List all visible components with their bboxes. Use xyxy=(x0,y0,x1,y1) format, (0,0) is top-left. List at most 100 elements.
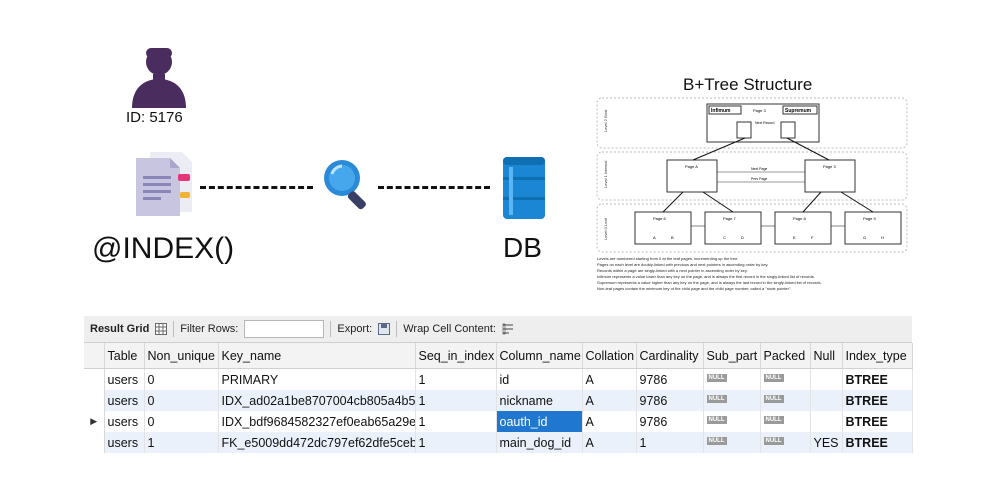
cell-seq-in-index[interactable]: 1 xyxy=(415,432,497,453)
cell-cardinality[interactable]: 9786 xyxy=(636,368,704,390)
toolbar-separator xyxy=(396,321,398,337)
cell-key-name[interactable]: PRIMARY xyxy=(218,368,416,390)
cell-cardinality[interactable]: 9786 xyxy=(636,390,704,411)
column-header[interactable]: Collation xyxy=(582,343,637,369)
null-badge: NULL xyxy=(763,436,784,445)
cell-column-name-selected[interactable]: oauth_id xyxy=(496,411,583,432)
btree-supremum: Supremum xyxy=(785,108,812,114)
wrap-text-icon[interactable] xyxy=(502,323,514,335)
cell-cardinality[interactable]: 9786 xyxy=(636,411,704,432)
cell-sub-part[interactable]: NULL xyxy=(703,411,761,432)
column-header[interactable]: Index_type xyxy=(842,343,913,369)
btree-next-record: Next Record xyxy=(755,121,775,125)
null-badge: NULL xyxy=(706,436,727,445)
cell-packed[interactable]: NULL xyxy=(760,411,811,432)
column-header[interactable]: Cardinality xyxy=(636,343,704,369)
cell-collation[interactable]: A xyxy=(582,411,637,432)
export-icon[interactable] xyxy=(378,323,391,335)
row-marker[interactable] xyxy=(84,432,105,453)
result-grid-tab[interactable]: Result Grid xyxy=(84,323,149,335)
btree-internal-page: Page 3 xyxy=(823,164,836,169)
cell-packed[interactable]: NULL xyxy=(760,432,811,453)
row-marker[interactable] xyxy=(84,368,105,390)
index-label: @INDEX() xyxy=(92,232,235,265)
db-label: DB xyxy=(503,232,542,263)
btree-note: Records within a page are singly-linked … xyxy=(597,268,748,273)
cell-packed[interactable]: NULL xyxy=(760,390,811,411)
btree-leaf-key: B xyxy=(671,235,674,240)
btree-leaf-key: D xyxy=(741,235,744,240)
column-header[interactable]: Sub_part xyxy=(703,343,761,369)
cell-collation[interactable]: A xyxy=(582,390,637,411)
table-row[interactable]: ▶ users 0 IDX_bdf9684582327ef0eab65a29ea… xyxy=(84,411,913,432)
btree-title: B+Tree Structure xyxy=(683,75,813,94)
column-header[interactable]: Packed xyxy=(760,343,811,369)
cell-sub-part[interactable]: NULL xyxy=(703,368,761,390)
cell-index-type[interactable]: BTREE xyxy=(842,368,913,390)
column-header[interactable]: Column_name xyxy=(496,343,583,369)
current-row-arrow-icon[interactable]: ▶ xyxy=(84,411,105,432)
btree-leaf-page: Page 8 xyxy=(793,216,806,221)
cell-non-unique[interactable]: 0 xyxy=(144,368,219,390)
row-marker[interactable] xyxy=(84,390,105,411)
export-label: Export: xyxy=(337,323,373,335)
result-grid-toolbar: Result Grid Filter Rows: Export: Wrap Ce… xyxy=(84,316,912,343)
null-badge: NULL xyxy=(706,373,727,382)
btree-leaf-key: G xyxy=(863,235,866,240)
table-row[interactable]: users 1 FK_e5009dd472dc797ef62dfe5ceb1 1… xyxy=(84,432,913,453)
table-row[interactable]: users 0 IDX_ad02a1be8707004cb805a4b502 1… xyxy=(84,390,913,411)
cell-key-name[interactable]: IDX_ad02a1be8707004cb805a4b502 xyxy=(218,390,416,411)
cell-column-name[interactable]: nickname xyxy=(496,390,583,411)
cell-non-unique[interactable]: 1 xyxy=(144,432,219,453)
btree-level-label: Level 0 Leaf xyxy=(603,217,608,240)
toolbar-separator xyxy=(330,321,332,337)
table-row[interactable]: users 0 PRIMARY 1 id A 9786 NULL NULL BT… xyxy=(84,368,913,390)
cell-collation[interactable]: A xyxy=(582,432,637,453)
cell-seq-in-index[interactable]: 1 xyxy=(415,368,497,390)
btree-prev-page: Prev Page xyxy=(751,177,767,181)
btree-leaf-key: E xyxy=(793,235,796,240)
cell-collation[interactable]: A xyxy=(582,368,637,390)
cell-table[interactable]: users xyxy=(104,432,145,453)
btree-level-label: Level 1 Internal xyxy=(603,161,608,188)
cell-non-unique[interactable]: 0 xyxy=(144,411,219,432)
cell-sub-part[interactable]: NULL xyxy=(703,390,761,411)
cell-column-name[interactable]: main_dog_id xyxy=(496,432,583,453)
filter-rows-label: Filter Rows: xyxy=(180,323,239,335)
column-header[interactable]: Null xyxy=(810,343,843,369)
cell-table[interactable]: users xyxy=(104,411,145,432)
column-header[interactable]: Table xyxy=(104,343,145,369)
cell-seq-in-index[interactable]: 1 xyxy=(415,411,497,432)
cell-table[interactable]: users xyxy=(104,368,145,390)
filter-rows-input[interactable] xyxy=(244,320,325,338)
grid-icon[interactable] xyxy=(155,323,168,335)
cell-non-unique[interactable]: 0 xyxy=(144,390,219,411)
connector-line-left xyxy=(200,186,313,189)
btree-diagram: Level 2 Root Level 1 Internal Level 0 Le… xyxy=(596,97,908,291)
table-header-row: Table Non_unique Key_name Seq_in_index C… xyxy=(84,343,913,369)
cell-index-type[interactable]: BTREE xyxy=(842,432,913,453)
cell-table[interactable]: users xyxy=(104,390,145,411)
wrap-cell-label: Wrap Cell Content: xyxy=(403,323,496,335)
cell-sub-part[interactable]: NULL xyxy=(703,432,761,453)
cell-null[interactable] xyxy=(810,390,843,411)
toolbar-separator xyxy=(173,321,175,337)
cell-index-type[interactable]: BTREE xyxy=(842,390,913,411)
cell-key-name[interactable]: FK_e5009dd472dc797ef62dfe5ceb1 xyxy=(218,432,416,453)
column-header[interactable]: Key_name xyxy=(218,343,416,369)
cell-index-type[interactable]: BTREE xyxy=(842,411,913,432)
cell-null[interactable] xyxy=(810,411,843,432)
null-badge: NULL xyxy=(706,394,727,403)
cell-seq-in-index[interactable]: 1 xyxy=(415,390,497,411)
cell-cardinality[interactable]: 1 xyxy=(636,432,704,453)
database-icon xyxy=(503,157,545,219)
cell-key-name[interactable]: IDX_bdf9684582327ef0eab65a29ea xyxy=(218,411,416,432)
magnifier-icon xyxy=(324,160,366,210)
cell-null[interactable] xyxy=(810,368,843,390)
cell-column-name[interactable]: id xyxy=(496,368,583,390)
column-header[interactable]: Seq_in_index xyxy=(415,343,497,369)
cell-null[interactable]: YES xyxy=(810,432,843,453)
column-header[interactable]: Non_unique xyxy=(144,343,219,369)
cell-packed[interactable]: NULL xyxy=(760,368,811,390)
index-result-table: Table Non_unique Key_name Seq_in_index C… xyxy=(84,343,913,453)
